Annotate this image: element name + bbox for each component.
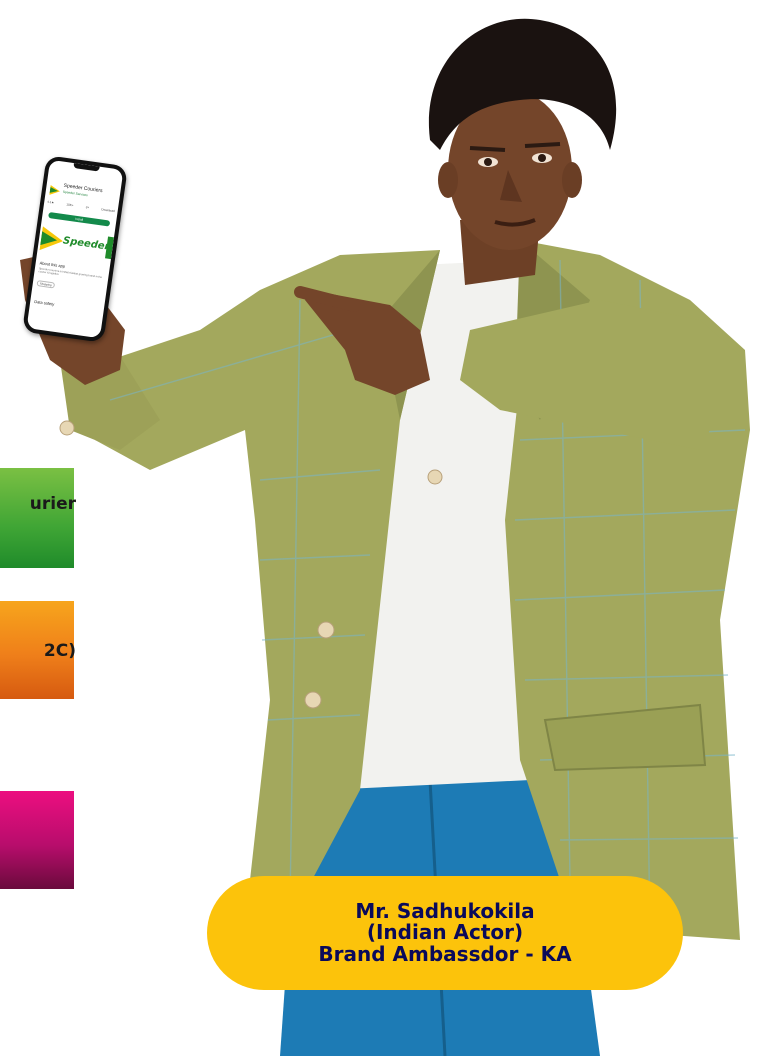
about-body: Speeder Couriers is India's fastest grow…	[38, 267, 103, 280]
stat-item: Download	[101, 207, 115, 214]
stat-item: 3+	[85, 205, 90, 210]
ambassador-caption: Mr. Sadhukokila (Indian Actor) Brand Amb…	[207, 876, 683, 990]
phone-notch	[73, 163, 100, 172]
speeder-logo-icon	[49, 182, 61, 195]
app-stats: 4.1★ 10K+ 3+ Download	[47, 200, 115, 213]
data-safety-heading: Data safety	[33, 298, 55, 307]
caption-role: (Indian Actor)	[366, 920, 524, 945]
app-header: Speeder Couriers Speeder Services	[49, 182, 117, 201]
stat-item: 10K+	[66, 202, 74, 208]
app-banner: Speeder	[39, 223, 115, 263]
stat-item: 4.1★	[47, 199, 55, 205]
category-chip[interactable]: Shopping	[36, 280, 55, 289]
caption-title: Brand Ambassdor - KA	[318, 941, 572, 966]
caption-name: Mr. Sadhukokila	[355, 898, 535, 923]
